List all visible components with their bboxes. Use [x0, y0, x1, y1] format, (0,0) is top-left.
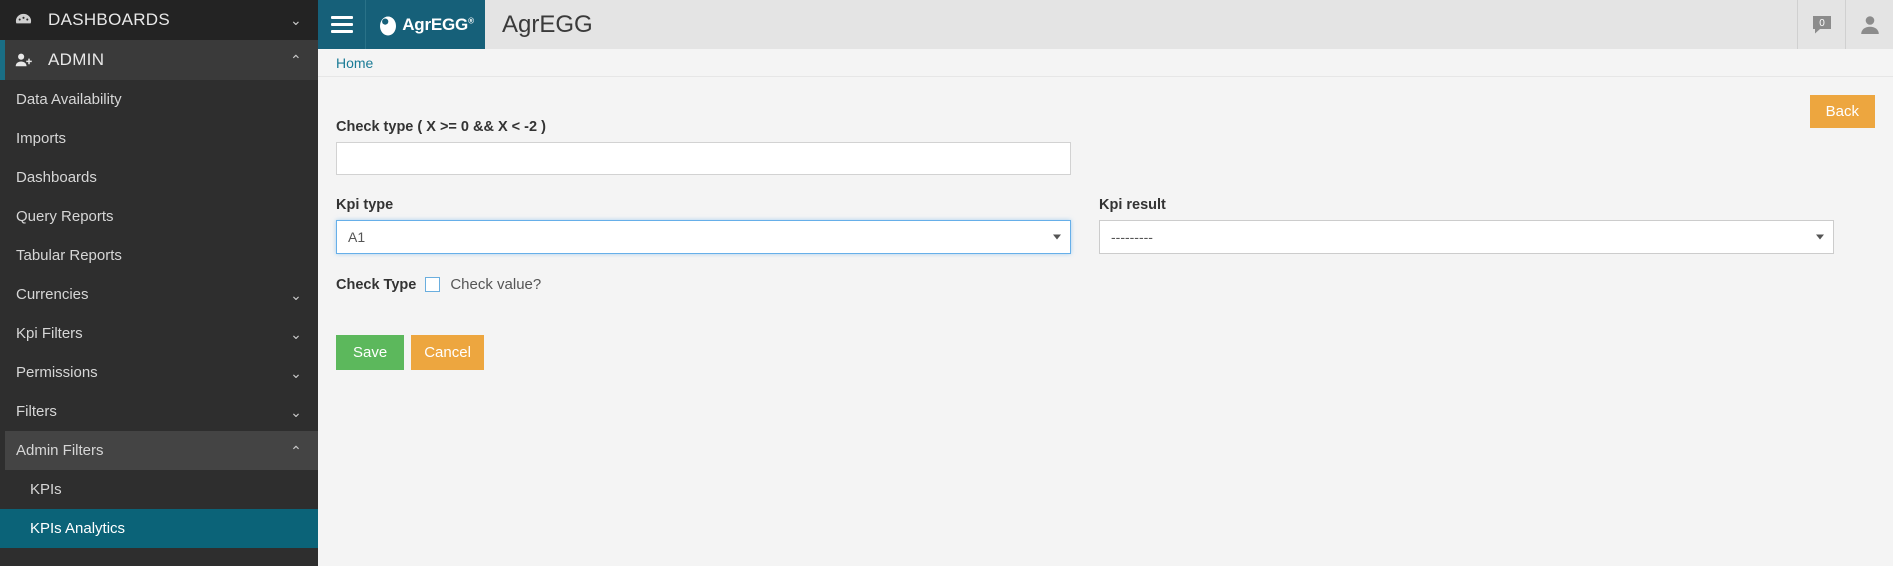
check-type-expression-label: Check type ( X >= 0 && X < -2 ): [336, 119, 546, 135]
kpi-result-select[interactable]: ---------: [1099, 220, 1834, 254]
chevron-up-icon: ⌃: [290, 442, 302, 459]
registered-mark: ®: [468, 15, 474, 25]
main-pane: AgrEGG® AgrEGG 0 Home Back Check type (…: [318, 0, 1893, 566]
sidebar-item-label: Permissions: [16, 364, 98, 381]
sidebar-section-dashboards[interactable]: DASHBOARDS ⌄: [0, 0, 318, 40]
page-title: AgrEGG: [485, 0, 1797, 49]
sidebar-item-kpis-analytics[interactable]: KPIs Analytics: [0, 509, 318, 548]
top-bar-actions: 0: [1797, 0, 1893, 49]
user-add-icon: [14, 51, 40, 70]
sidebar-item-kpi-filters[interactable]: Kpi Filters ⌄: [0, 314, 318, 353]
app-root: DASHBOARDS ⌄ ADMIN ⌃ Data Availability I…: [0, 0, 1893, 566]
check-type-input[interactable]: [336, 142, 1071, 175]
hamburger-icon: [330, 12, 353, 37]
user-menu-button[interactable]: [1845, 0, 1893, 49]
kpi-analytics-form: Check type ( X >= 0 && X < -2 ) Kpi type…: [336, 77, 1875, 370]
kpi-type-select[interactable]: A1: [336, 220, 1071, 254]
dashboard-icon: [14, 11, 40, 30]
sidebar-item-label: Kpi Filters: [16, 325, 83, 342]
messages-button[interactable]: 0: [1797, 0, 1845, 49]
check-value-checkbox[interactable]: [425, 277, 441, 292]
sidebar-item-label: Dashboards: [16, 169, 97, 186]
chevron-down-icon: ⌄: [290, 403, 302, 420]
sidebar: DASHBOARDS ⌄ ADMIN ⌃ Data Availability I…: [0, 0, 318, 566]
chevron-down-icon: ⌄: [290, 325, 302, 342]
chevron-up-icon: ⌃: [289, 52, 303, 68]
sidebar-item-label: Query Reports: [16, 208, 114, 225]
sidebar-item-label: Data Availability: [16, 91, 122, 108]
sidebar-item-data-availability[interactable]: Data Availability: [0, 80, 318, 119]
save-button[interactable]: Save: [336, 335, 405, 370]
breadcrumb: Home: [318, 49, 1893, 77]
sidebar-subitem-label: KPIs: [30, 481, 62, 498]
sidebar-item-imports[interactable]: Imports: [0, 119, 318, 158]
kpi-fields-row: Kpi type A1 Kpi result ---------: [336, 197, 1875, 254]
check-type-field-label: Check Type: [336, 276, 417, 293]
sidebar-item-permissions[interactable]: Permissions ⌄: [0, 353, 318, 392]
breadcrumb-item-home[interactable]: Home: [336, 55, 373, 71]
chevron-down-icon: [1053, 234, 1061, 240]
kpi-result-label: Kpi result: [1099, 197, 1166, 213]
sidebar-item-kpis[interactable]: KPIs: [0, 470, 318, 509]
sidebar-item-tabular-reports[interactable]: Tabular Reports: [0, 236, 318, 275]
kpi-type-group: Kpi type A1: [336, 197, 1071, 254]
sidebar-item-admin-filters[interactable]: Admin Filters ⌃: [0, 431, 318, 470]
chevron-down-icon: ⌄: [290, 364, 302, 381]
sidebar-section-label: ADMIN: [48, 50, 105, 69]
sidebar-item-query-reports[interactable]: Query Reports: [0, 197, 318, 236]
top-bar: AgrEGG® AgrEGG 0: [318, 0, 1893, 49]
check-value-row: Check Type Check value?: [336, 276, 1875, 293]
sidebar-item-dashboards[interactable]: Dashboards: [0, 158, 318, 197]
user-avatar-icon: [1860, 15, 1879, 34]
sidebar-item-filters[interactable]: Filters ⌄: [0, 392, 318, 431]
content-area: Back Check type ( X >= 0 && X < -2 ) Kpi…: [318, 77, 1893, 566]
chevron-down-icon: [1816, 234, 1824, 240]
message-bubble-icon: 0: [1812, 15, 1831, 33]
sidebar-item-currencies[interactable]: Currencies ⌄: [0, 275, 318, 314]
egg-logo-icon: [380, 16, 397, 35]
sidebar-menu: Data Availability Imports Dashboards Que…: [0, 80, 318, 548]
form-actions: Save Cancel: [336, 335, 1875, 370]
kpi-type-label: Kpi type: [336, 197, 394, 213]
check-value-label[interactable]: Check value?: [450, 276, 541, 293]
sidebar-item-label: Currencies: [16, 286, 89, 303]
sidebar-item-label: Tabular Reports: [16, 247, 122, 264]
sidebar-subitem-label: KPIs Analytics: [30, 520, 126, 537]
chevron-down-icon: ⌄: [289, 12, 303, 28]
kpi-result-selected-value: ---------: [1111, 229, 1153, 245]
kpi-result-group: Kpi result ---------: [1099, 197, 1834, 254]
chevron-down-icon: ⌄: [290, 286, 302, 303]
sidebar-section-label: DASHBOARDS: [48, 10, 171, 29]
brand-text: AgrEGG®: [402, 14, 474, 34]
kpi-type-selected-value: A1: [348, 229, 366, 245]
sidebar-item-label: Imports: [16, 130, 67, 147]
messages-badge-count: 0: [1819, 18, 1825, 29]
cancel-button[interactable]: Cancel: [411, 335, 484, 370]
sidebar-item-label: Filters: [16, 403, 57, 420]
brand-logo[interactable]: AgrEGG®: [365, 0, 485, 49]
hamburger-menu-button[interactable]: [318, 0, 365, 49]
sidebar-section-admin[interactable]: ADMIN ⌃: [0, 40, 318, 80]
sidebar-item-label: Admin Filters: [16, 442, 104, 459]
